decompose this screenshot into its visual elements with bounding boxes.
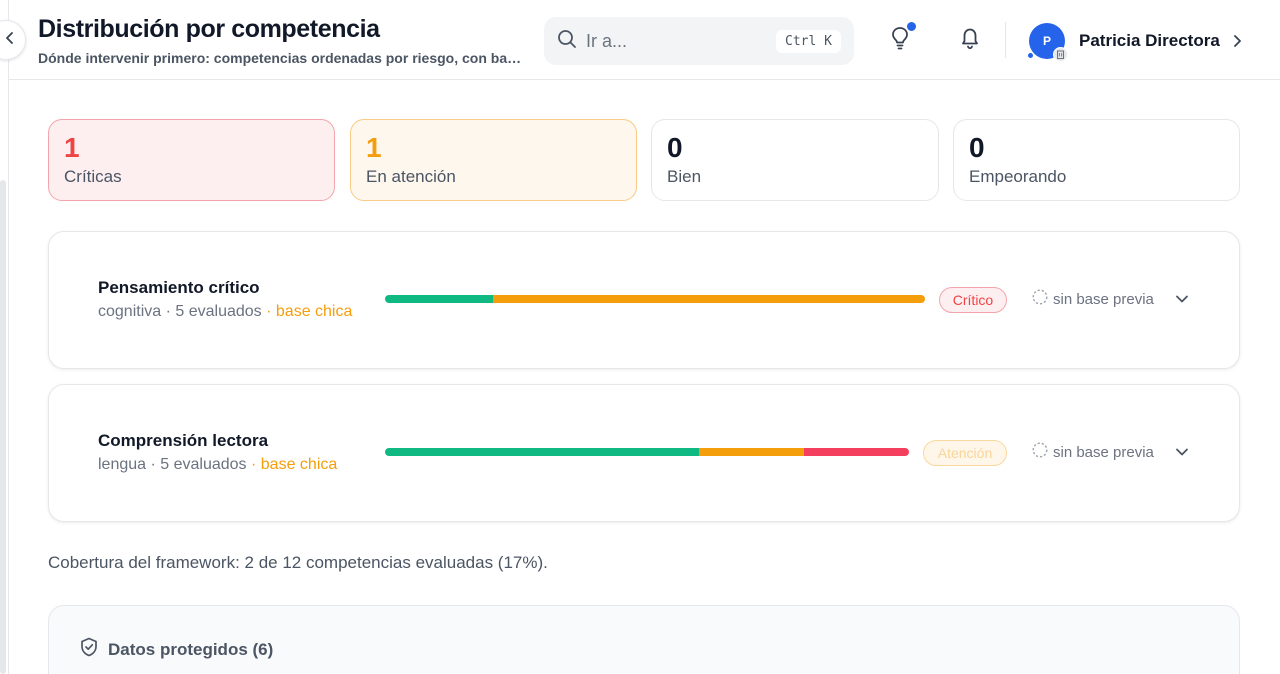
segment-critico — [804, 448, 909, 456]
stat-card-empeorando[interactable]: 0 Empeorando — [953, 119, 1240, 201]
page-subtitle: Dónde intervenir primero: competencias o… — [38, 50, 528, 66]
expand-button[interactable] — [1171, 442, 1193, 464]
avatar-initial: P — [1042, 34, 1051, 48]
competency-card-pensamiento-critico[interactable]: Pensamiento crítico cognitiva · 5 evalua… — [48, 231, 1240, 369]
search-input[interactable] — [586, 30, 756, 52]
shield-check-icon — [80, 637, 98, 662]
competency-name: Pensamiento crítico — [98, 278, 260, 297]
trend-label: sin base previa — [1053, 290, 1154, 308]
segment-bien — [385, 448, 700, 456]
stat-card-en-atencion[interactable]: 1 En atención — [350, 119, 637, 201]
coverage-text: Cobertura del framework: 2 de 12 compete… — [48, 553, 548, 572]
user-menu[interactable]: P Patricia Directora — [1027, 20, 1242, 62]
distribution-bar — [385, 295, 925, 303]
stat-label: Bien — [667, 167, 702, 186]
stat-label: En atención — [366, 167, 456, 186]
page-header: Distribución por competencia Dónde inter… — [9, 0, 1280, 80]
distribution-bar — [385, 448, 909, 456]
sidebar-scrollbar[interactable] — [0, 180, 6, 674]
stat-value: 0 — [969, 132, 985, 163]
stat-value: 1 — [366, 132, 382, 163]
segment-atencion — [493, 295, 925, 303]
competency-area: cognitiva — [98, 303, 162, 320]
competency-evaluated: 5 evaluados — [175, 303, 262, 320]
page-title: Distribución por competencia — [38, 15, 380, 43]
trend-indicator: sin base previa — [1032, 442, 1154, 462]
stat-value: 1 — [64, 132, 80, 163]
chevron-right-icon — [1232, 34, 1242, 48]
chevron-down-icon — [1175, 291, 1189, 309]
dashed-circle-icon — [1032, 289, 1048, 309]
protected-data-title: Datos protegidos (6) — [108, 639, 274, 659]
search-icon — [557, 29, 577, 54]
search-box[interactable]: Ctrl K — [544, 17, 854, 65]
status-badge: Crítico — [939, 287, 1007, 313]
stat-value: 0 — [667, 132, 683, 163]
dashed-circle-icon — [1032, 442, 1048, 462]
segment-bien — [385, 295, 493, 303]
competency-base-note: base chica — [275, 303, 353, 320]
notifications-button[interactable] — [952, 22, 988, 58]
expand-button[interactable] — [1171, 289, 1193, 311]
competency-meta: lengua · 5 evaluados · base chica — [98, 456, 338, 473]
competency-card-comprension-lectora[interactable]: Comprensión lectora lengua · 5 evaluados… — [48, 384, 1240, 522]
left-sidebar-edge — [0, 0, 9, 674]
search-shortcut-hint: Ctrl K — [776, 29, 841, 53]
stat-card-criticas[interactable]: 1 Críticas — [48, 119, 335, 201]
chevron-left-icon — [4, 31, 16, 50]
competency-area: lengua — [98, 456, 147, 473]
status-badge: Atención — [923, 440, 1007, 466]
stat-label: Empeorando — [969, 167, 1067, 186]
online-status-dot — [1027, 52, 1034, 59]
competency-meta: cognitiva · 5 evaluados · base chica — [98, 303, 353, 320]
bell-icon — [959, 26, 981, 55]
avatar: P — [1027, 23, 1068, 62]
competency-name: Comprensión lectora — [98, 431, 269, 450]
stat-card-bien[interactable]: 0 Bien — [651, 119, 939, 201]
stat-label: Críticas — [64, 167, 122, 186]
building-icon — [1053, 47, 1068, 62]
user-name: Patricia Directora — [1079, 31, 1220, 50]
notification-dot — [907, 22, 916, 31]
chevron-down-icon — [1175, 444, 1189, 462]
protected-data-section[interactable]: Datos protegidos (6) — [48, 605, 1240, 674]
competency-evaluated: 5 evaluados — [160, 456, 247, 473]
trend-indicator: sin base previa — [1032, 289, 1154, 309]
segment-atencion — [699, 448, 805, 456]
trend-label: sin base previa — [1053, 443, 1154, 461]
header-divider — [1005, 22, 1006, 58]
competency-base-note: base chica — [260, 456, 338, 473]
tips-button[interactable] — [882, 22, 918, 58]
